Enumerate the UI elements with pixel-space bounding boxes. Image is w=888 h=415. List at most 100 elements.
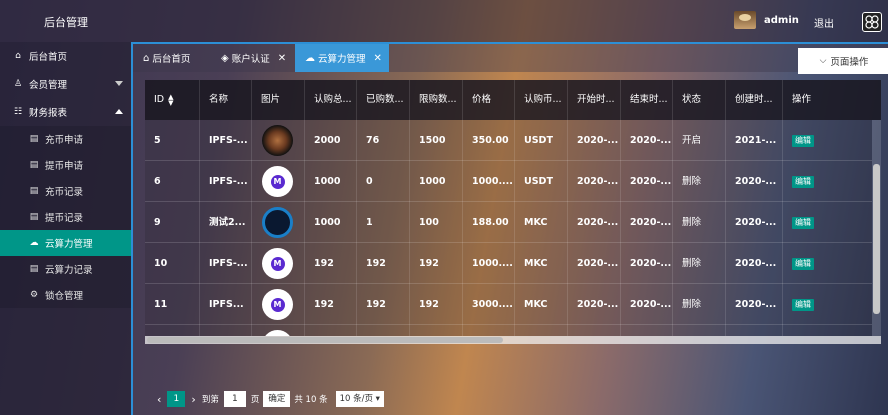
cell-end: 2020-... (620, 284, 672, 325)
logout-link[interactable]: 退出 (814, 15, 834, 30)
edit-button[interactable]: 编辑 (792, 299, 814, 311)
next-page-icon[interactable]: › (191, 393, 195, 406)
tab-cloud-power[interactable]: ☁ 云算力管理 ✕ (295, 44, 389, 72)
cell-limit: 1000 (409, 325, 462, 336)
sidebar-item-home[interactable]: ⌂ 后台首页 (0, 42, 131, 70)
cell-name: 测试2... (199, 202, 251, 243)
column-header-image: 图片 (251, 80, 304, 120)
pagination: ‹ 1 › 到第 1 页 确定 共 10 条 10 条/页 ▾ (151, 389, 384, 409)
column-header-total: 认购总... (304, 80, 356, 120)
cell-end: 2020-... (620, 243, 672, 284)
cell-name: IPFS-... (199, 161, 251, 202)
close-icon[interactable]: ✕ (374, 53, 382, 64)
column-header-coin: 认购币... (514, 80, 567, 120)
cell-total: 1000 (304, 202, 356, 243)
sidebar-item-cloud-record[interactable]: ▤ 云算力记录 (0, 256, 131, 282)
table-row: 12IPFS...M3000210002300....MKC2020-...20… (145, 325, 872, 336)
product-image: M (262, 166, 293, 197)
cell-status: 删除 (672, 161, 725, 202)
tab-home[interactable]: ⌂ 后台首页 (133, 44, 211, 72)
sort-icon[interactable]: ▲ ▼ (168, 93, 173, 106)
page-label: 页 (250, 395, 260, 405)
close-icon[interactable]: ✕ (278, 53, 286, 64)
cell-start: 2020-... (567, 120, 620, 161)
brand-logo-icon: M (270, 297, 285, 312)
sidebar-item-label: 锁仓管理 (45, 291, 84, 302)
per-page-select[interactable]: 10 条/页 ▾ (335, 391, 384, 407)
cell-limit: 192 (409, 284, 462, 325)
sidebar: ⌂ 后台首页 ♙ 会员管理 ☷ 财务报表 ▤ 充币申请 ▤ 提币申请 ▤ 充币记录 ▤ 提币记… (0, 42, 131, 415)
goto-confirm-button[interactable]: 确定 (263, 391, 291, 407)
prev-page-icon[interactable]: ‹ (157, 393, 161, 406)
document-icon: ▤ (29, 160, 39, 170)
user-menu[interactable]: admin (734, 11, 799, 29)
cell-coin: USDT (514, 161, 567, 202)
table-header: ID ▲ ▼ 名称 图片 认购总... 已购数... 限购数... 价格 认购币..… (145, 80, 881, 120)
cell-pic: M (251, 161, 304, 202)
cell-pic: M (251, 243, 304, 284)
per-page-value: 10 条/页 (339, 394, 373, 404)
column-label: ID (154, 94, 165, 105)
page-ops-button[interactable]: ⌵ 页面操作 (798, 48, 888, 74)
table-body: 5 IPFS-... 2000 76 1500 350.00 USDT 2020-... 202… (145, 120, 872, 336)
edit-button[interactable]: 编辑 (792, 135, 814, 147)
cell-coin: MKC (514, 243, 567, 284)
edit-button[interactable]: 编辑 (792, 176, 814, 188)
horizontal-scrollbar-thumb[interactable] (147, 337, 503, 343)
cell-status: 删除 (672, 284, 725, 325)
sidebar-item-withdraw-apply[interactable]: ▤ 提币申请 (0, 152, 131, 178)
column-header-price: 价格 (462, 80, 514, 120)
cell-name: IPFS... (199, 325, 251, 336)
home-icon: ⌂ (143, 52, 150, 64)
sidebar-item-deposit-record[interactable]: ▤ 充币记录 (0, 178, 131, 204)
sidebar-item-members[interactable]: ♙ 会员管理 (0, 70, 131, 98)
cell-status: 删除 (672, 243, 725, 284)
table-row: 6 IPFS-... M 1000 0 1000 1000.... USDT 2020-... 2… (145, 161, 872, 202)
username-label[interactable]: admin (764, 15, 799, 26)
cell-total: 192 (304, 243, 356, 284)
cell-action: 编辑 (782, 202, 872, 243)
cell-name: IPFS... (199, 284, 251, 325)
tab-label: 云算力管理 (318, 54, 366, 65)
cell-status: 删除 (672, 325, 725, 336)
goto-page-input[interactable]: 1 (223, 391, 246, 407)
brand-logo-icon: M (270, 174, 285, 189)
cell-bought: 2 (356, 325, 409, 336)
cell-id: 6 (154, 176, 161, 187)
cell-pic (251, 202, 304, 243)
tab-account-verify[interactable]: ◈ 账户认证 ✕ (211, 44, 295, 72)
cell-start: 2020-... (567, 243, 620, 284)
cell-end: 2020-... (620, 325, 672, 336)
cell-limit: 192 (409, 243, 462, 284)
cell-action: 编辑 (782, 284, 872, 325)
sidebar-item-cloud-power[interactable]: ☁ 云算力管理 (0, 230, 131, 256)
sidebar-item-deposit-apply[interactable]: ▤ 充币申请 (0, 126, 131, 152)
sidebar-item-lock[interactable]: ⚙ 锁仓管理 (0, 282, 131, 308)
column-header-created: 创建时... (725, 80, 782, 120)
edit-button[interactable]: 编辑 (792, 217, 814, 229)
brand-logo-icon[interactable] (862, 12, 882, 32)
sidebar-item-label: 提币记录 (45, 213, 84, 224)
cell-bought: 0 (356, 161, 409, 202)
current-page[interactable]: 1 (167, 391, 186, 407)
cell-id: 10 (154, 258, 168, 269)
cell-id: 12 (145, 325, 199, 336)
cell-start: 2020-... (567, 325, 620, 336)
avatar[interactable] (734, 11, 756, 29)
cell-price: 2300.... (462, 325, 514, 336)
cell-bought: 1 (356, 202, 409, 243)
cell-action: 编辑 (782, 325, 872, 336)
document-icon: ▤ (29, 264, 39, 274)
cloud-icon: ☁ (29, 238, 39, 248)
cell-pic: M (251, 284, 304, 325)
document-icon: ▤ (29, 212, 39, 222)
edit-button[interactable]: 编辑 (792, 258, 814, 270)
vertical-scrollbar-thumb[interactable] (873, 164, 880, 314)
column-header-id[interactable]: ID ▲ ▼ (145, 80, 199, 120)
sidebar-item-withdraw-record[interactable]: ▤ 提币记录 (0, 204, 131, 230)
column-header-limit: 限购数... (409, 80, 462, 120)
sidebar-item-finance[interactable]: ☷ 财务报表 (0, 98, 131, 126)
table-row: 9 测试2... 1000 1 100 188.00 MKC 2020-... 2020-...… (145, 202, 872, 243)
cell-status: 开启 (672, 120, 725, 161)
cell-bought: 76 (356, 120, 409, 161)
